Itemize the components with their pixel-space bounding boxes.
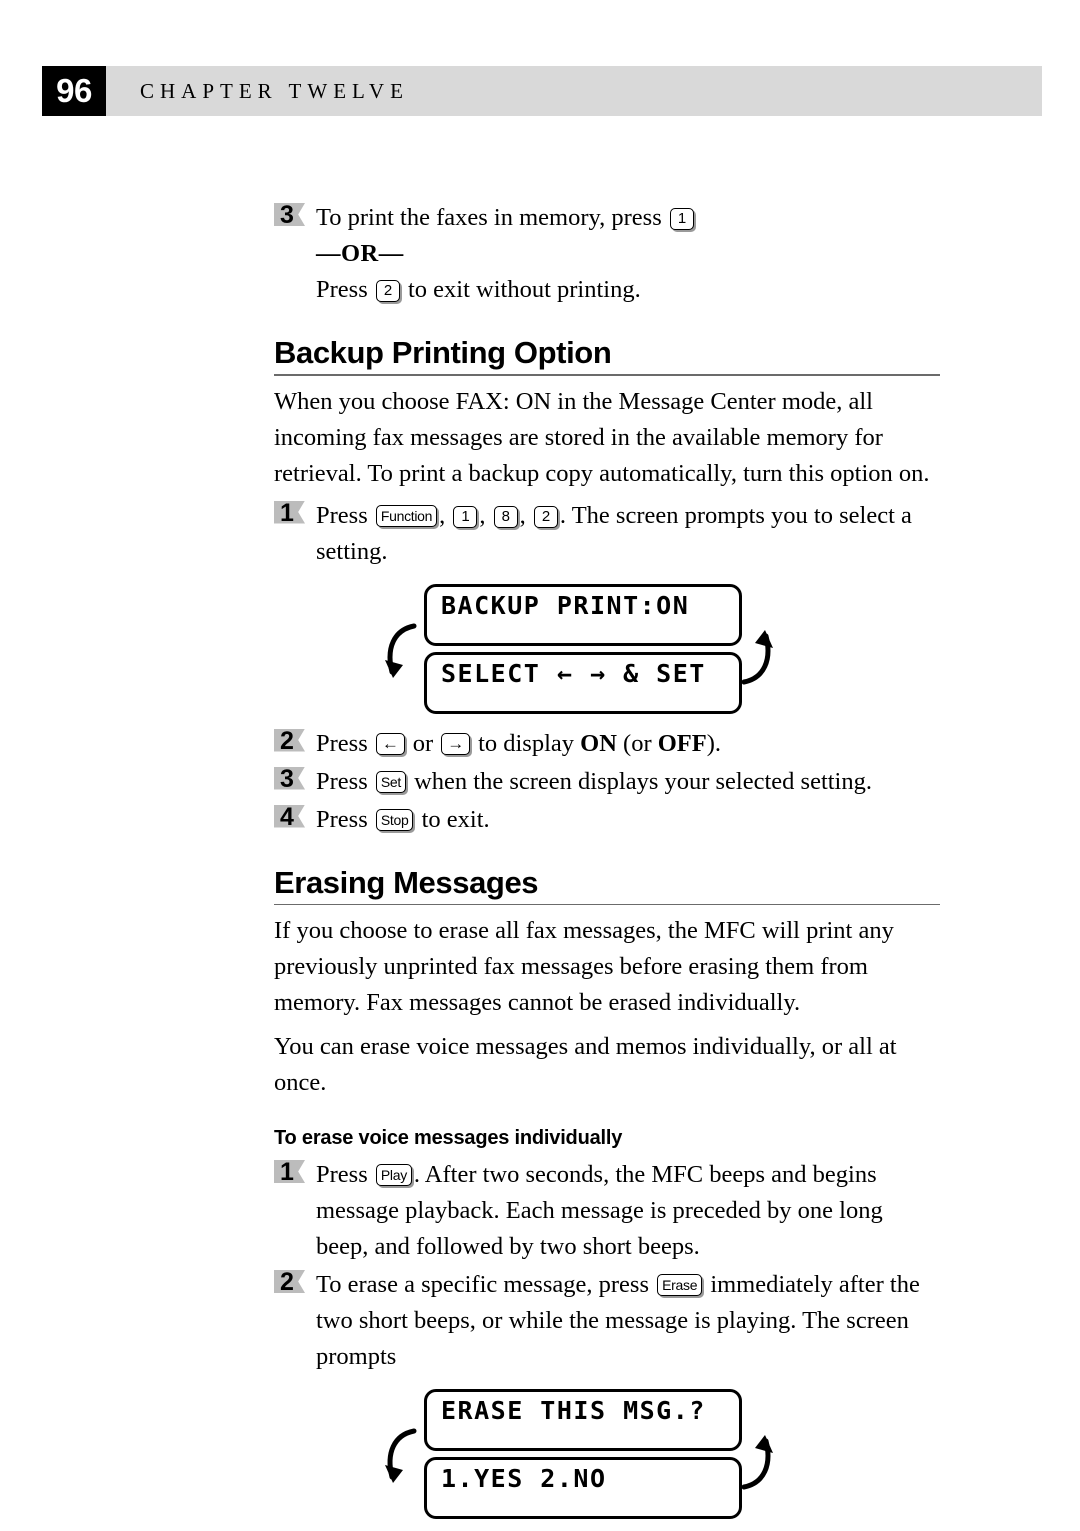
- section-divider: [274, 374, 940, 376]
- step-text: To print the faxes in memory, press 1: [316, 200, 940, 236]
- lcd-loop-arrow-left-icon: [385, 1428, 417, 1483]
- section-title: Backup Printing Option: [274, 335, 612, 370]
- lcd-loop-arrow-right-icon: [741, 629, 773, 684]
- step-item: 3 To print the faxes in memory, press 1 …: [274, 200, 940, 308]
- step-text-before: To print the faxes in memory, press: [316, 204, 662, 231]
- step-text-before: To erase a specific message, press: [316, 1271, 649, 1298]
- step-alt-text: Press 2 to exit without printing.: [316, 272, 940, 308]
- chapter-title: CHAPTER TWELVE: [140, 79, 409, 103]
- key-function[interactable]: Function: [375, 504, 438, 527]
- value-on: ON: [580, 729, 617, 757]
- step-number: 3: [280, 764, 294, 793]
- step-marker: 2: [274, 1267, 308, 1297]
- step-item: 1 Press Play. After two seconds, the MFC…: [274, 1157, 940, 1265]
- step-text: Press Play. After two seconds, the MFC b…: [316, 1157, 940, 1265]
- lcd-loop-arrow-left-icon: [385, 623, 417, 678]
- step-text: Press Set when the screen displays your …: [316, 764, 940, 800]
- subsection-title: To erase voice messages individually: [274, 1127, 623, 1149]
- press-label: Press: [316, 276, 368, 303]
- step-item: 2 To erase a specific message, press Era…: [274, 1267, 940, 1375]
- step-text-tail: when the screen displays your selected s…: [414, 767, 872, 795]
- lcd-text-line2: SELECT ← → & SET: [441, 658, 706, 688]
- press-label: Press: [316, 767, 368, 795]
- value-off: OFF: [657, 729, 707, 757]
- key-set[interactable]: Set: [375, 770, 406, 793]
- section-paragraph: When you choose FAX: ON in the Message C…: [274, 387, 930, 487]
- section-heading-backup: Backup Printing Option: [274, 334, 940, 376]
- step-marker: 2: [274, 726, 308, 756]
- key-right-arrow-icon[interactable]: →: [441, 732, 470, 755]
- comma: ,: [479, 501, 486, 529]
- step-text-mid: to display: [478, 729, 575, 757]
- press-label: Press: [316, 501, 368, 529]
- lcd-text-line2: 1.YES 2.NO: [441, 1464, 607, 1493]
- page-number: 96: [42, 66, 106, 116]
- key-2[interactable]: 2: [375, 280, 400, 302]
- or-label: or: [412, 729, 434, 757]
- step-text: Press ← or → to display ON (or OFF).: [316, 726, 940, 762]
- key-stop[interactable]: Stop: [375, 808, 414, 831]
- step-item: 1 Press Function, 1, 8, 2. The screen pr…: [274, 498, 940, 570]
- comma: ,: [439, 501, 446, 529]
- step-item: 2 Press ← or → to display ON (or OFF).: [274, 726, 940, 762]
- press-label: Press: [316, 805, 368, 833]
- step-text: To erase a specific message, press Erase…: [316, 1267, 940, 1375]
- lcd-line-bottom: 1.YES 2.NO: [424, 1457, 742, 1519]
- step-marker: 1: [274, 498, 308, 528]
- step-number: 2: [280, 726, 294, 755]
- page-header: 96 CHAPTER TWELVE: [42, 66, 1042, 116]
- key-1[interactable]: 1: [453, 505, 478, 528]
- lcd-display-erase: ERASE THIS MSG.? 1.YES 2.NO: [385, 1389, 810, 1521]
- or-divider-label: —OR—: [316, 240, 404, 267]
- section-title: Erasing Messages: [274, 864, 539, 900]
- step-number: 3: [280, 201, 294, 229]
- lcd-display-backup: BACKUP PRINT:ON SELECT ← → & SET: [385, 583, 810, 716]
- step-number: 4: [280, 802, 294, 831]
- paren-open: (or: [623, 729, 652, 757]
- comma: ,: [519, 501, 526, 529]
- paren-close: ).: [706, 729, 722, 757]
- step-marker: 3: [274, 200, 308, 230]
- key-play[interactable]: Play: [375, 1164, 412, 1186]
- step-number: 1: [280, 1158, 294, 1186]
- step-item: 4 Press Stop to exit.: [274, 802, 940, 838]
- step-text: Press Stop to exit.: [316, 802, 940, 838]
- step-text: Press Function, 1, 8, 2. The screen prom…: [316, 498, 940, 570]
- press-label: Press: [316, 1161, 368, 1188]
- section-paragraph-1: If you choose to erase all fax messages,…: [274, 917, 894, 1016]
- step-number: 2: [280, 1268, 294, 1296]
- step-marker: 1: [274, 1157, 308, 1187]
- lcd-loop-arrow-right-icon: [741, 1435, 773, 1490]
- lcd-text-line1: ERASE THIS MSG.?: [441, 1396, 706, 1425]
- lcd-line-top: BACKUP PRINT:ON: [424, 583, 742, 646]
- section-divider: [274, 903, 940, 905]
- lcd-line-bottom: SELECT ← → & SET: [424, 651, 742, 714]
- step-marker: 3: [274, 764, 308, 794]
- step-item: 3 Press Set when the screen displays you…: [274, 764, 940, 800]
- key-1[interactable]: 1: [669, 208, 694, 230]
- key-erase[interactable]: Erase: [657, 1274, 703, 1296]
- page-content: 3 To print the faxes in memory, press 1 …: [274, 200, 940, 1531]
- section-paragraph-2: You can erase voice messages and memos i…: [274, 1033, 897, 1096]
- section-heading-erasing: Erasing Messages: [274, 864, 940, 905]
- step-number: 1: [280, 498, 294, 527]
- step-marker: 4: [274, 802, 308, 832]
- key-2[interactable]: 2: [533, 505, 558, 528]
- key-8[interactable]: 8: [493, 505, 518, 528]
- lcd-line-top: ERASE THIS MSG.?: [424, 1389, 742, 1451]
- step-text-after: to exit without printing.: [407, 276, 641, 303]
- step-text-tail: to exit.: [421, 805, 490, 833]
- lcd-text-line1: BACKUP PRINT:ON: [441, 590, 690, 620]
- press-label: Press: [316, 729, 368, 757]
- key-left-arrow-icon[interactable]: ←: [375, 732, 405, 755]
